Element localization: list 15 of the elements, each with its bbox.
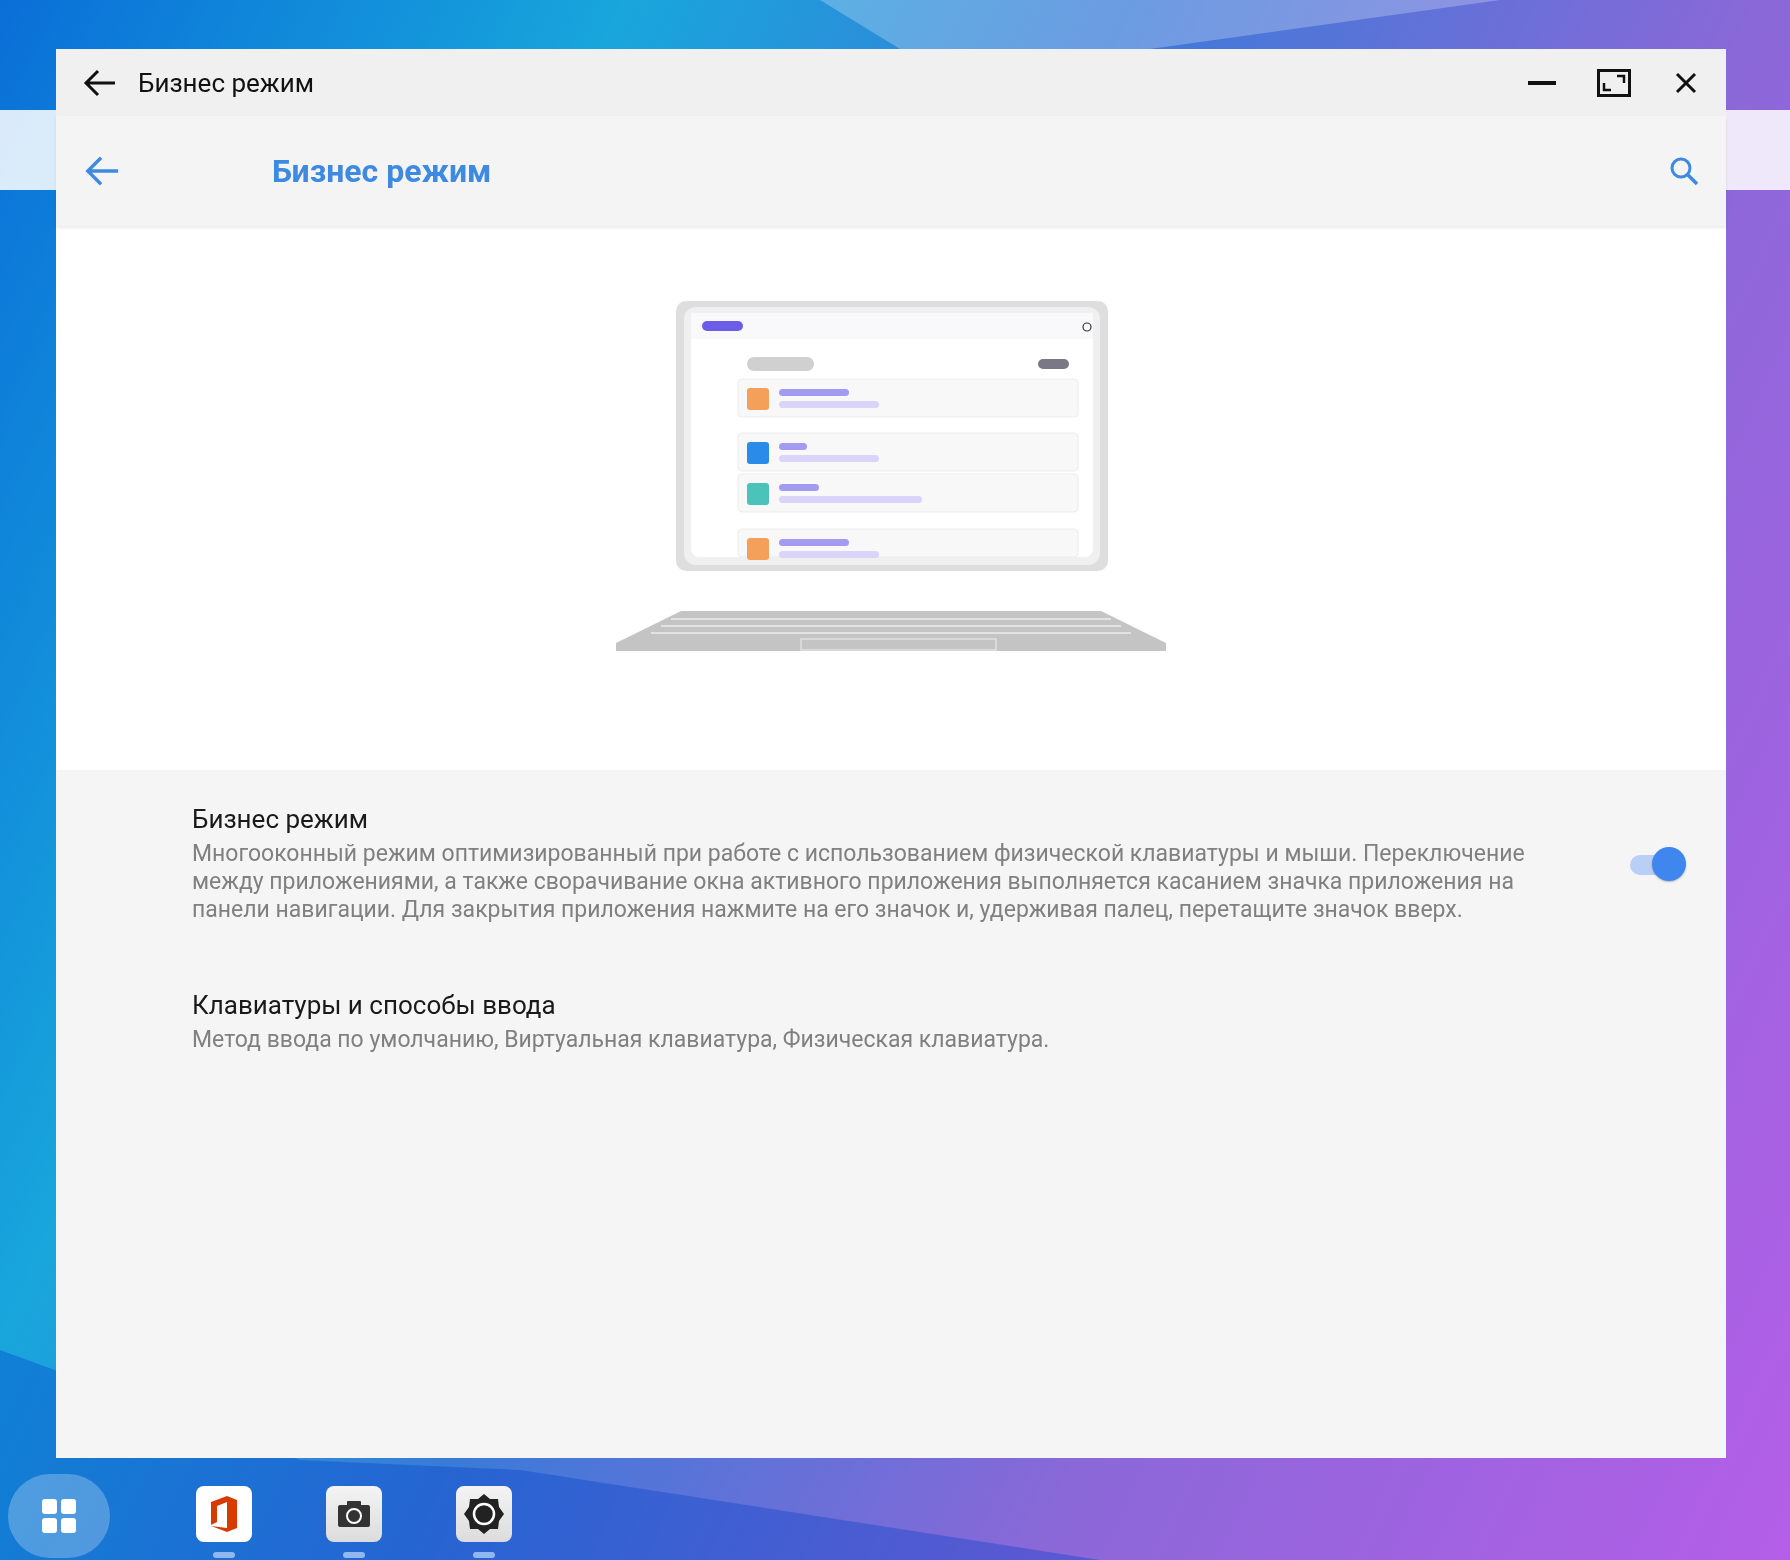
app-button[interactable] [456,1486,512,1542]
setting-summary: Метод ввода по умолчанию, Виртуальная клавиатура, Физическая клавиатура. [192,1026,1051,1054]
grid-icon [40,1497,78,1535]
close-icon [1675,71,1697,94]
maximize-icon [1597,68,1631,97]
app-button[interactable] [326,1486,382,1542]
minimize-icon [1528,80,1556,85]
setting-summary: Многооконный режим оптимизированный при работе с использованием физической клавиатуры и мыши. Переключение между приложениями, а также сворачивание окна активного приложения выполняется касанием значка приложения на панели навигации. Для закрытия приложения нажмите на его значок и, удерживая палец, перетащите значок вверх. [192,840,1526,924]
setting-title: Клавиатуры и способы ввода [192,990,557,1020]
setting-title: Бизнес режим [192,804,370,834]
window-title: Бизнес режим [138,67,316,98]
gear-icon [462,1492,506,1536]
camera-icon [337,1500,371,1528]
toggle-switch[interactable] [1628,847,1686,881]
page-title: Бизнес режим [272,152,493,190]
